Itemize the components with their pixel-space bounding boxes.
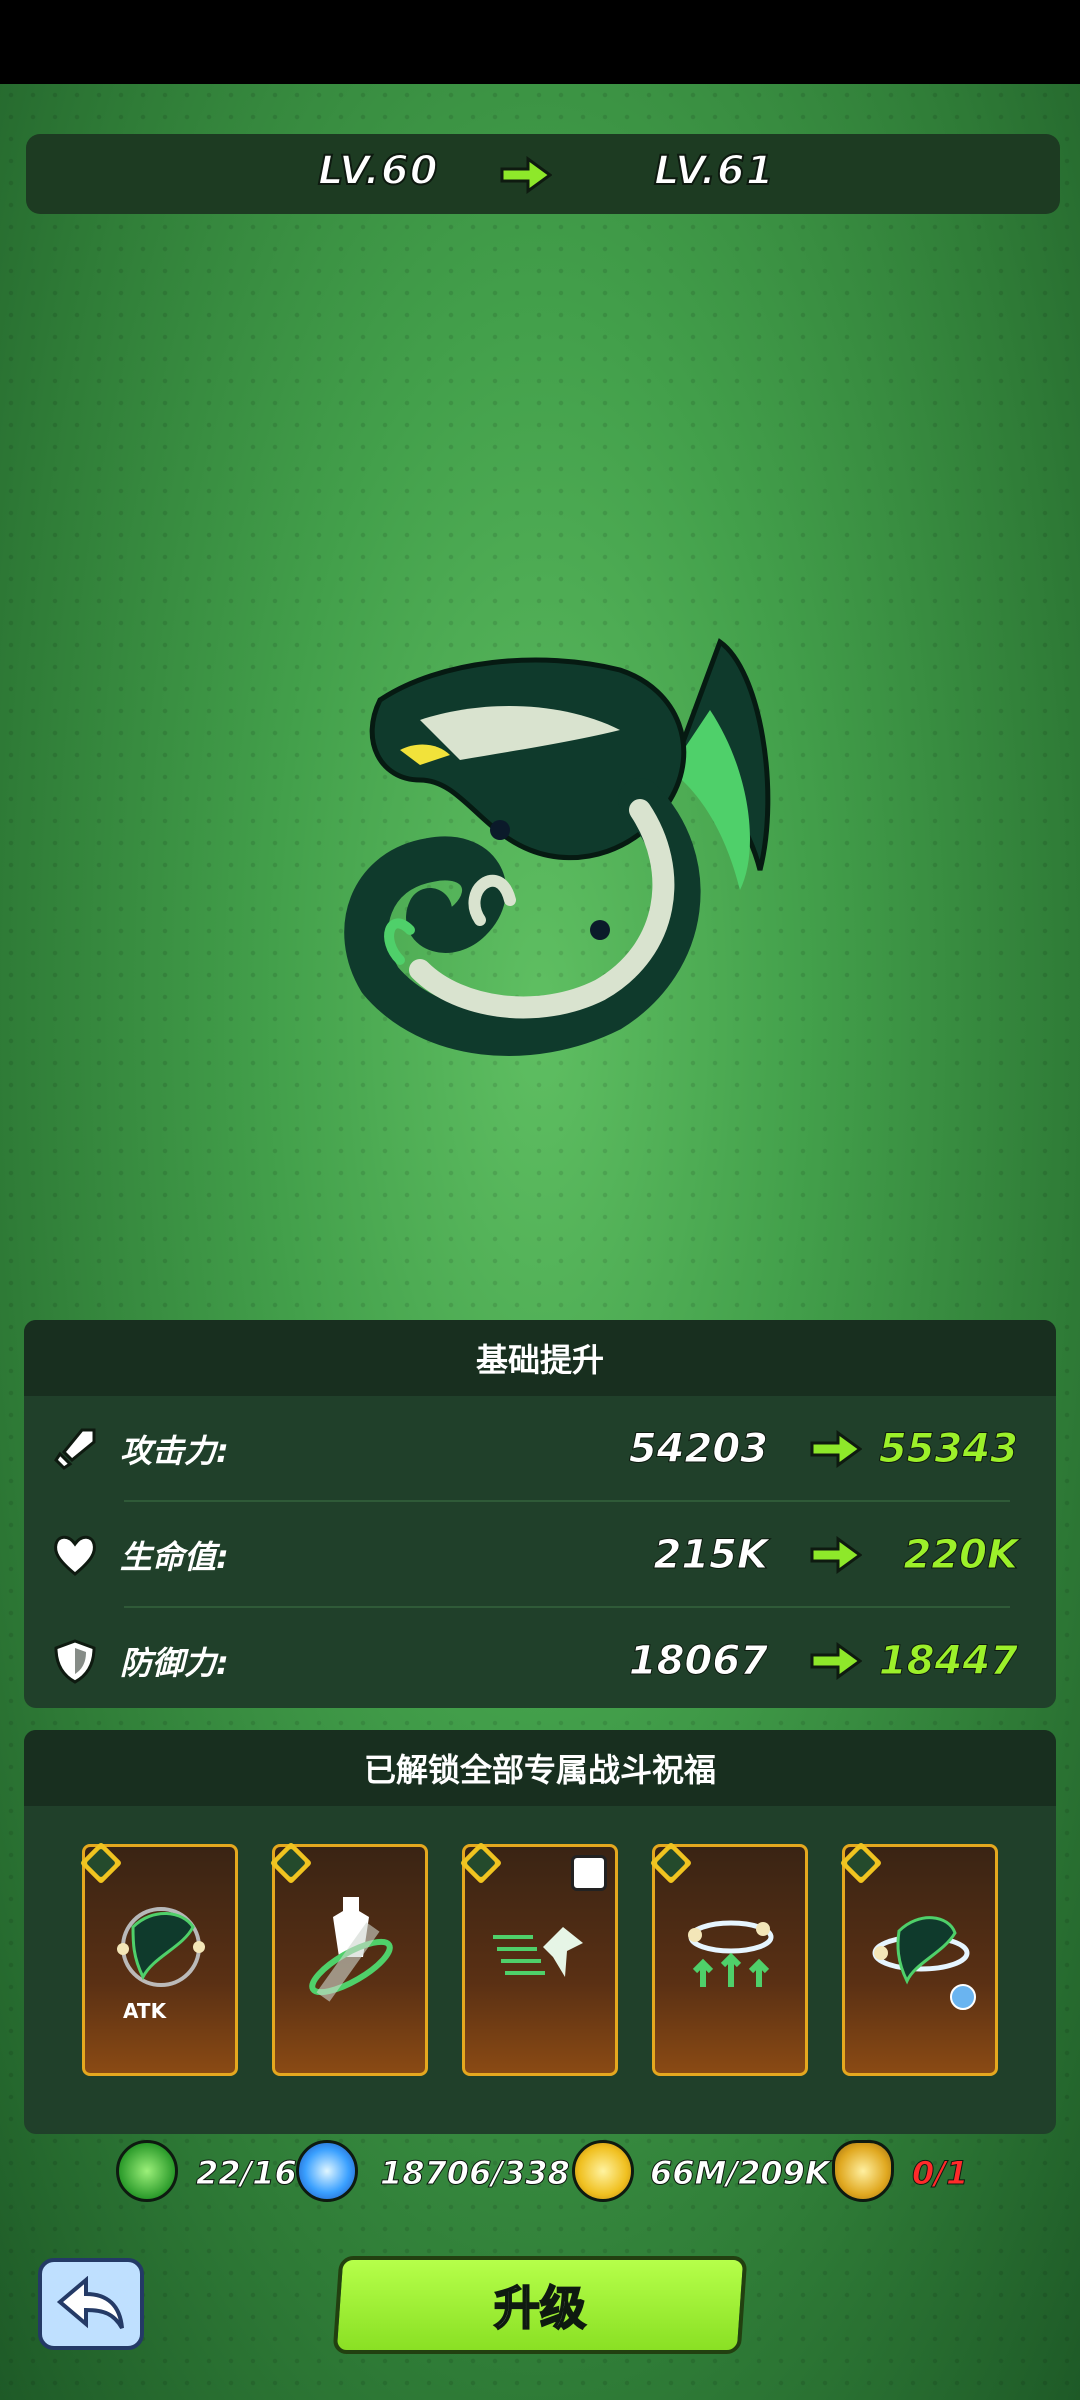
status-bar [0,0,1080,84]
blessing-card[interactable] [459,1841,618,2076]
stat-label: 攻击力: [120,1432,229,1470]
blessing-card[interactable] [269,1841,428,2076]
blessing-panel: 已解锁全部专属战斗祝福 ATK [24,1730,1056,2134]
blessing-card[interactable]: ATK [79,1841,238,2076]
dragon-timer-icon [872,1916,976,2010]
dragon-badge-icon [839,1841,883,1885]
level-to: LV.61 [653,147,775,195]
dash-dragon-icon [493,1927,583,1977]
blessing-card[interactable] [839,1841,998,2076]
atk-label: ATK [123,1999,167,2023]
arrow-right-icon [500,156,552,194]
arrow-right-icon [810,1430,862,1468]
resource-green-count: 22/16 [196,2154,298,2193]
green-orb-icon [116,2140,178,2202]
upgrade-button[interactable]: 升级 [332,2256,748,2354]
golden-egg-icon [832,2140,894,2202]
blessing-title: 已解锁全部专属战斗祝福 [24,1730,1056,1806]
stat-old-value: 54203 [628,1426,768,1473]
handshake-icon [571,1855,607,1891]
base-stats-title: 基础提升 [24,1320,1056,1396]
dragon-badge-icon [79,1841,123,1885]
dragon-badge-icon [269,1841,313,1885]
stat-new-value: 220K [903,1532,1018,1579]
heart-icon [54,1535,96,1576]
dragon-atk-icon [117,1907,205,1987]
stat-old-value: 215K [653,1532,768,1579]
warrior-ring-icon [309,1897,393,2002]
base-stats-panel: 基础提升 攻击力: 54203 55343 生命值: 215K 220K 防御力… [24,1320,1056,1708]
arrow-right-icon [810,1536,862,1574]
level-bar: LV.60 LV.61 [26,134,1060,214]
resource-egg-count: 0/1 [911,2154,969,2193]
stat-label: 生命值: [120,1538,229,1576]
arrow-right-icon [810,1642,862,1680]
stat-new-value: 18447 [878,1638,1018,1685]
stat-row-attack: 攻击力: 54203 55343 [24,1396,1056,1502]
dragon-badge-icon [649,1841,693,1885]
blue-star-orb-icon [296,2140,358,2202]
stat-row-hp: 生命值: 215K 220K [24,1502,1056,1608]
upgrade-label: 升级 [493,2280,587,2336]
gold-coin-icon [572,2140,634,2202]
dragon-pet-image [344,638,771,1056]
shield-icon [54,1639,96,1684]
stat-label: 防御力: [120,1644,229,1682]
blessing-card[interactable] [649,1841,808,2076]
back-button[interactable] [38,2258,144,2350]
orbit-arrows-icon [688,1920,774,1987]
sword-icon [54,1428,96,1470]
stat-new-value: 55343 [878,1426,1018,1473]
stat-old-value: 18067 [628,1638,768,1685]
resource-gold-count: 66M/209K [650,2154,831,2193]
resource-blue-count: 18706/338 [380,2154,571,2193]
level-from: LV.60 [317,147,439,195]
resource-row: 22/16 18706/338 66M/209K 0/1 [0,2140,1080,2210]
blessing-cards: ATK [24,1806,1056,2134]
dragon-badge-icon [459,1841,503,1885]
back-arrow-icon [56,2276,124,2330]
stat-row-defense: 防御力: 18067 18447 [24,1608,1056,1708]
